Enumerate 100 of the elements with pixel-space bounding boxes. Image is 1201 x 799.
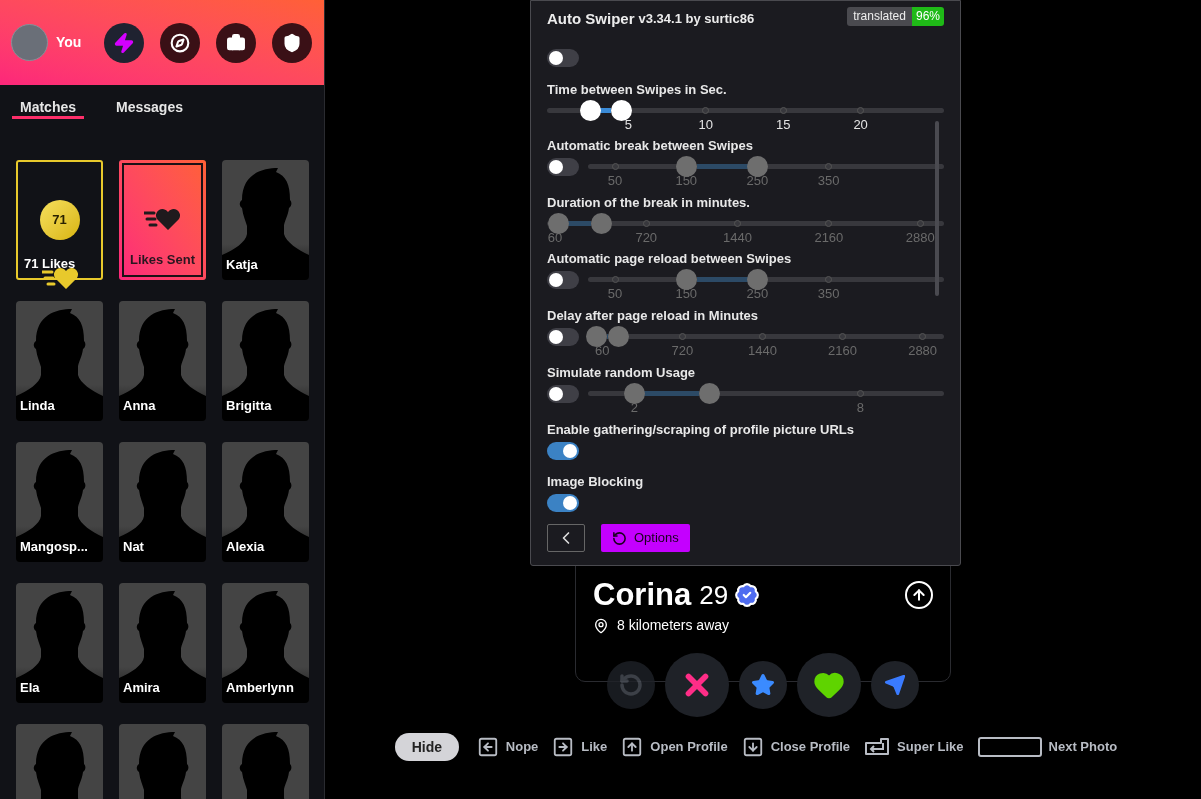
tick-label: 250	[746, 286, 769, 301]
setting-label: Automatic break between Swipes	[547, 137, 754, 155]
tick-label: 8	[856, 400, 864, 415]
toggle-switch[interactable]	[547, 328, 579, 346]
shortcut-label: Nope	[505, 738, 539, 757]
tick-label: 20	[853, 117, 868, 132]
setting-label: Time between Swipes in Sec.	[547, 81, 728, 99]
briefcase-icon	[226, 32, 247, 53]
tick-label: 2160	[828, 343, 857, 358]
slider-thumb[interactable]	[676, 269, 698, 290]
toggle-switch[interactable]	[547, 49, 579, 67]
tick-label: 150	[675, 286, 698, 301]
slider-thumb[interactable]	[747, 156, 769, 177]
scrollbar-thumb[interactable]	[935, 121, 939, 296]
nav-button[interactable]	[216, 22, 257, 63]
tick-label: 350	[817, 286, 840, 301]
heart-lines-icon	[42, 266, 80, 290]
star-icon	[751, 673, 775, 697]
lightning-icon	[113, 31, 136, 54]
hide-button[interactable]: Hide	[394, 733, 459, 761]
match-name: Ela	[20, 678, 40, 697]
enter-key-icon	[864, 737, 891, 757]
toggle-switch[interactable]	[547, 158, 579, 176]
slider-fill	[600, 108, 612, 113]
match-name: Amira	[123, 678, 160, 697]
boost-button[interactable]	[871, 661, 919, 709]
tab[interactable]: Messages	[108, 97, 191, 119]
open-profile-button[interactable]	[905, 581, 933, 609]
tick-label: 150	[675, 173, 698, 188]
slider-thumb[interactable]	[698, 383, 720, 404]
nav-button[interactable]	[160, 22, 201, 63]
likes-card[interactable]: 71 71 Likes	[16, 160, 103, 280]
right-key-icon	[552, 736, 575, 758]
tick-label: 1440	[723, 230, 752, 245]
left-key-icon	[476, 736, 499, 758]
likes-label: 71 Likes	[24, 255, 76, 273]
slider-thumb[interactable]	[586, 326, 608, 347]
match-name: Mangosp...	[20, 537, 88, 556]
slider-thumb[interactable]	[610, 100, 632, 121]
super-like-button[interactable]	[739, 661, 787, 709]
profile-card-age: 29	[699, 579, 729, 612]
panel-title: Auto Swiper	[547, 8, 635, 29]
slider-fill	[696, 164, 748, 169]
shortcut-label: Super Like	[897, 738, 964, 757]
heart-lines-icon	[143, 207, 182, 231]
toggle-switch[interactable]	[547, 271, 579, 289]
match-name: Nat	[123, 537, 144, 556]
panel-byline: v3.34.1 by surtic86	[638, 10, 755, 29]
slider-thumb[interactable]	[747, 269, 769, 290]
up-key-icon	[621, 736, 644, 758]
location-pin-icon	[593, 617, 609, 634]
match-name: Alexia	[226, 537, 265, 556]
toggle-switch[interactable]	[547, 494, 579, 512]
match-name: Brigitta	[226, 396, 272, 415]
rewind-icon	[619, 673, 643, 697]
toggle-switch[interactable]	[547, 442, 579, 460]
tick-label: 50	[607, 286, 623, 301]
shortcut-label: Open Profile	[650, 738, 728, 757]
setting-label: Automatic page reload between Swipes	[547, 250, 793, 268]
setting-label: Duration of the break in minutes.	[547, 194, 751, 212]
reset-icon	[612, 530, 627, 546]
tick-label: 720	[671, 343, 694, 358]
tick-label: 1440	[748, 343, 777, 358]
toggle-switch[interactable]	[547, 385, 579, 403]
likes-sent-card[interactable]: Likes Sent	[119, 160, 206, 280]
slider-thumb[interactable]	[607, 326, 629, 347]
tick-label: 10	[698, 117, 714, 132]
slider-fill	[606, 334, 609, 339]
tick-label: 15	[775, 117, 791, 132]
tab[interactable]: Matches	[12, 97, 85, 119]
shortcut-label: Like	[581, 738, 608, 757]
setting-label: Delay after page reload in Minutes	[547, 307, 759, 325]
shortcut-label: Close Profile	[770, 738, 851, 757]
slider-fill	[644, 391, 699, 396]
shortcut-label: Next Photo	[1048, 738, 1118, 757]
nav-button[interactable]	[272, 22, 313, 63]
setting-label: Enable gathering/scraping of profile picture URLs	[547, 421, 855, 439]
down-key-icon	[741, 736, 764, 758]
compass-icon	[170, 32, 191, 53]
tick-label: 2880	[908, 343, 938, 358]
slider-thumb[interactable]	[676, 156, 698, 177]
tick-label: 720	[635, 230, 658, 245]
tick-label: 60	[547, 230, 563, 245]
setting-label: Image Blocking	[547, 473, 645, 491]
match-name: Anna	[123, 396, 156, 415]
back-button[interactable]	[547, 524, 585, 552]
tick-label: 250	[746, 173, 769, 188]
tick-label: 350	[817, 173, 840, 188]
options-button[interactable]: Options	[601, 524, 690, 552]
tick-label: 60	[595, 343, 610, 358]
tick-label: 2880	[905, 230, 935, 245]
slider-thumb[interactable]	[579, 100, 601, 121]
slider-fill	[568, 221, 592, 226]
match-name: Linda	[20, 396, 55, 415]
setting-label: Simulate random Usage	[547, 364, 697, 382]
likes-count-badge: 71	[39, 200, 80, 240]
slider-thumb[interactable]	[623, 383, 645, 404]
tick-label: 5	[624, 117, 632, 132]
distance-text: 8 kilometers away	[617, 616, 730, 635]
tick-label: 2160	[814, 230, 844, 245]
